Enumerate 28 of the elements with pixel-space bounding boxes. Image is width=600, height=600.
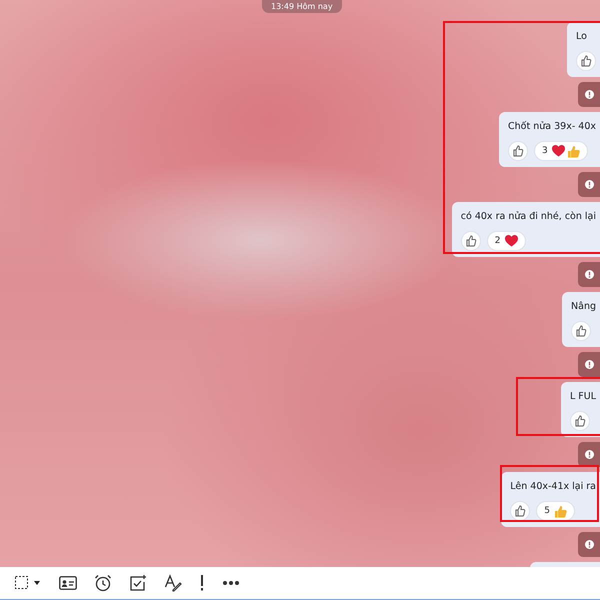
reaction-count[interactable]: 5 bbox=[536, 501, 575, 521]
info-icon bbox=[584, 450, 594, 459]
message-text: L FUL bbox=[570, 390, 596, 404]
reaction-count[interactable]: 3 bbox=[534, 141, 588, 161]
info-icon bbox=[584, 360, 594, 369]
like-icon[interactable] bbox=[508, 141, 528, 161]
info-icon bbox=[584, 540, 594, 549]
text-format-icon[interactable] bbox=[162, 572, 184, 594]
message-text: có 40x ra nửa đi nhé, còn lại bbox=[460, 210, 596, 224]
info-icon bbox=[584, 90, 594, 99]
thumbs-up-icon bbox=[554, 504, 567, 518]
message-text: Nâng bbox=[571, 300, 596, 314]
like-icon[interactable] bbox=[571, 321, 592, 341]
info-icon bbox=[584, 270, 594, 279]
thumbs-up-icon bbox=[566, 144, 580, 158]
heart-icon bbox=[504, 235, 518, 247]
like-icon[interactable] bbox=[460, 231, 481, 251]
like-icon[interactable] bbox=[570, 411, 590, 431]
contact-card-icon[interactable] bbox=[57, 574, 79, 592]
info-icon bbox=[584, 180, 594, 189]
heart-icon bbox=[552, 145, 565, 157]
more-options-icon[interactable] bbox=[220, 578, 242, 588]
reaction-count[interactable]: 2 bbox=[486, 231, 526, 251]
message-text: Chốt nửa 39x- 40x bbox=[508, 120, 596, 134]
like-icon[interactable] bbox=[576, 51, 596, 71]
message-text: Lên 40x-41x lại ra bbox=[510, 480, 596, 494]
message-text: Lo bbox=[576, 30, 588, 44]
like-icon[interactable] bbox=[510, 501, 530, 521]
